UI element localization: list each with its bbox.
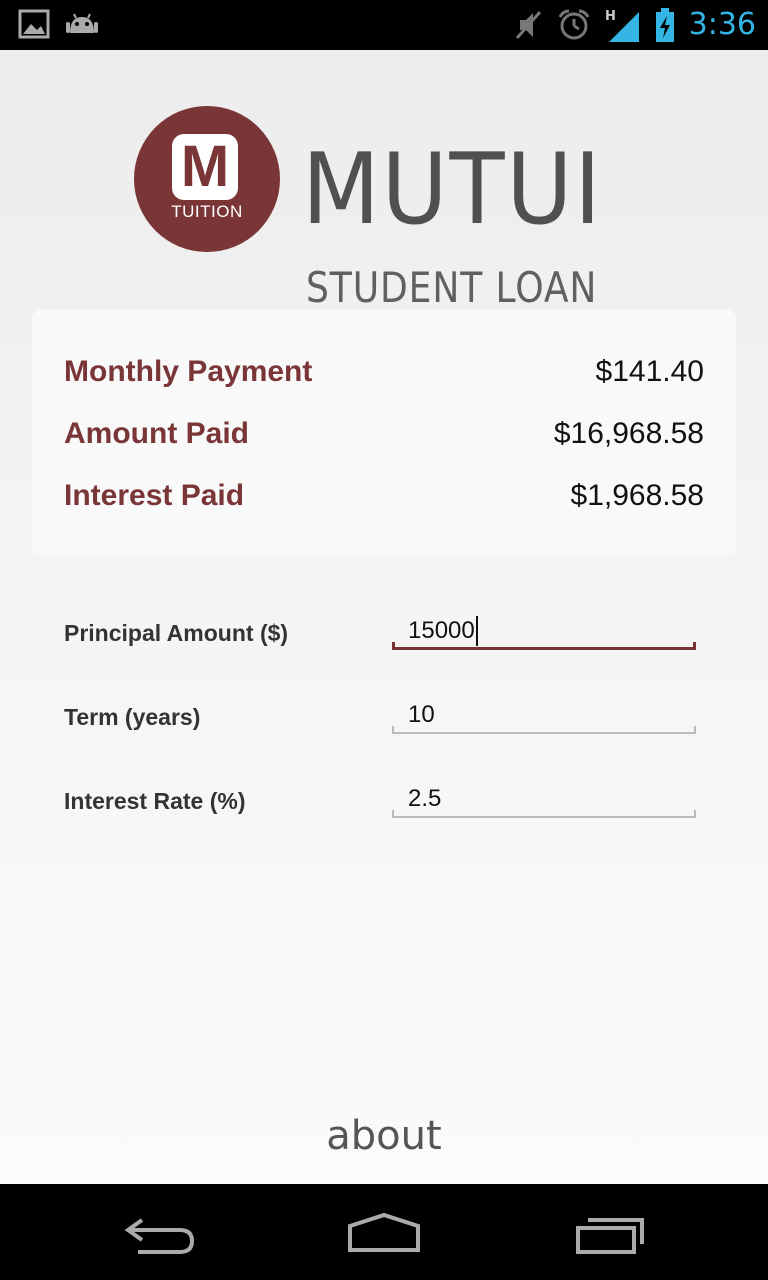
result-row-amount-paid: Amount Paid $16,968.58 — [64, 414, 704, 454]
home-icon[interactable] — [346, 1212, 422, 1256]
interest-rate-label: Interest Rate (%) — [64, 788, 246, 814]
signal-icon: H — [605, 9, 639, 42]
principal-amount-input[interactable]: 15000 — [392, 604, 696, 650]
result-label: Interest Paid — [64, 479, 245, 512]
alarm-icon — [558, 9, 589, 40]
recent-apps-icon[interactable] — [574, 1212, 646, 1256]
app-logo: M TUITION MUTUI STUDENT LOAN — [134, 106, 654, 312]
input-underline — [392, 726, 696, 734]
interest-rate-input[interactable]: 2.5 — [392, 772, 696, 818]
about-link[interactable]: about — [0, 1112, 768, 1160]
navigation-bar — [0, 1184, 768, 1280]
main-content: M TUITION MUTUI STUDENT LOAN Monthly Pay… — [0, 50, 768, 1184]
result-value: $16,968.58 — [553, 417, 704, 450]
principal-value: 15000 — [408, 617, 475, 644]
term-label: Term (years) — [64, 704, 201, 730]
result-row-monthly-payment: Monthly Payment $141.40 — [64, 352, 704, 392]
result-value: $141.40 — [595, 355, 704, 388]
form-row-principal: Principal Amount ($) 15000 — [64, 604, 704, 664]
picture-icon — [18, 9, 50, 39]
results-card: Monthly Payment $141.40 Amount Paid $16,… — [32, 310, 736, 555]
result-value: $1,968.58 — [570, 479, 704, 512]
svg-text:H: H — [605, 9, 616, 24]
result-label: Amount Paid — [64, 417, 249, 450]
clock: 3:36 — [688, 7, 756, 42]
battery-charging-icon — [655, 8, 674, 42]
mute-icon — [515, 11, 541, 39]
result-label: Monthly Payment — [64, 355, 313, 388]
form-row-interest-rate: Interest Rate (%) 2.5 — [64, 772, 704, 832]
result-row-interest-paid: Interest Paid $1,968.58 — [64, 476, 704, 516]
principal-label: Principal Amount ($) — [64, 620, 289, 646]
status-bar: H 3:36 — [0, 0, 768, 50]
app-tagline: STUDENT LOAN — [306, 263, 598, 312]
term-input[interactable]: 10 — [392, 688, 696, 734]
logo-mark-letter: M — [180, 134, 230, 199]
input-underline — [392, 642, 696, 650]
logo-m-tile: M — [172, 134, 238, 200]
logo-mark: M TUITION — [134, 106, 280, 252]
form-row-term: Term (years) 10 — [64, 688, 704, 748]
back-icon[interactable] — [124, 1212, 196, 1256]
app-title: MUTUI — [302, 133, 603, 247]
android-icon — [66, 13, 98, 33]
logo-mark-subtitle: TUITION — [171, 202, 243, 221]
input-underline — [392, 810, 696, 818]
